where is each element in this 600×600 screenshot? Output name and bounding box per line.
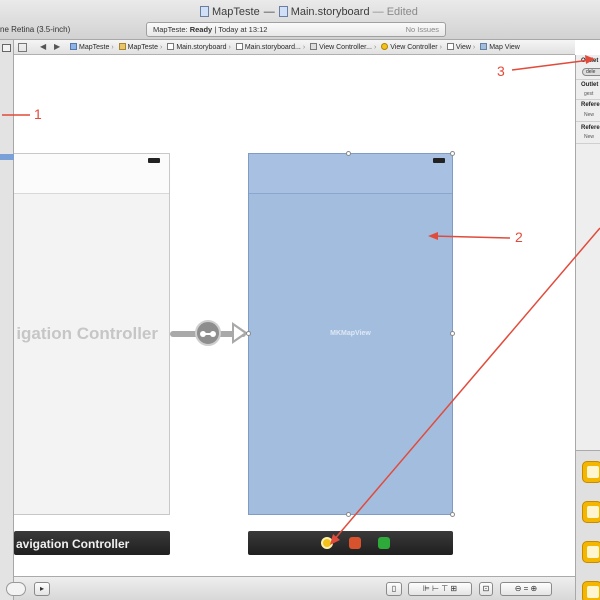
- forward-arrow-icon[interactable]: ▶: [54, 42, 60, 51]
- annotation-3-label: 3: [497, 63, 505, 79]
- issues-count: No Issues: [405, 25, 439, 34]
- build-state: Ready: [189, 25, 213, 34]
- zoom-controls[interactable]: ⊖ = ⊕: [500, 582, 552, 596]
- back-arrow-icon[interactable]: ◀: [40, 42, 46, 51]
- mkmapview-label: MKMapView: [330, 330, 371, 337]
- library-item-icon[interactable]: [582, 541, 600, 563]
- resize-handle-bottom[interactable]: [346, 512, 351, 517]
- library-item-icon[interactable]: [582, 501, 600, 523]
- segue-arrow-fill: [234, 326, 244, 340]
- navigator-toggle-icon[interactable]: [2, 44, 11, 52]
- breadcrumb-item[interactable]: Map View: [480, 43, 520, 51]
- resize-handle-bottom-right[interactable]: [450, 512, 455, 517]
- folder-icon: [118, 43, 126, 50]
- new-referencing-collection[interactable]: New: [584, 134, 594, 140]
- device-selector[interactable]: ne Retina (3.5-inch): [0, 25, 70, 34]
- battery-icon: [148, 158, 160, 163]
- breadcrumb-item[interactable]: Main.storyboard ›: [167, 43, 231, 51]
- divider: [576, 143, 600, 144]
- outline-toggle[interactable]: [6, 582, 26, 596]
- breadcrumb-item[interactable]: MapTeste ›: [70, 43, 114, 51]
- breadcrumb-item[interactable]: View Controller... ›: [310, 43, 376, 51]
- outlets-header: Outlet: [581, 58, 599, 64]
- view-icon: [446, 43, 454, 50]
- connections-inspector: Outlet dele Outlet gest Refere New Refer…: [575, 55, 600, 600]
- nav-controller-title: igation Controller: [16, 324, 158, 343]
- battery-icon: [433, 158, 445, 163]
- storyboard-icon: [278, 6, 288, 17]
- breadcrumb-item[interactable]: View Controller ›: [381, 43, 442, 51]
- library-item-icon[interactable]: [582, 581, 600, 600]
- map-view-controller-scene[interactable]: MKMapView: [248, 153, 453, 515]
- annotation-2-label: 2: [515, 229, 523, 245]
- map-view-icon: [480, 43, 488, 50]
- document-outline-button[interactable]: ▸: [34, 582, 50, 596]
- breadcrumb-item[interactable]: View ›: [446, 43, 475, 51]
- annotation-1-label: 1: [34, 106, 42, 122]
- object-library: [576, 450, 600, 600]
- breadcrumb: MapTeste › MapTeste › Main.storyboard › Mai…: [70, 43, 523, 51]
- referencing-outlets-header: Refere: [581, 102, 600, 108]
- breadcrumb-item[interactable]: MapTeste ›: [118, 43, 162, 51]
- referencing-collections-header: Refere: [581, 125, 600, 131]
- resize-handle-left[interactable]: [246, 331, 251, 336]
- build-time: Today at 13:12: [218, 25, 268, 34]
- exit-icon[interactable]: [378, 537, 390, 549]
- project-icon: [70, 43, 77, 50]
- layout-controls[interactable]: ⊫ ⊢ ⊤ ⊞: [408, 582, 472, 596]
- breadcrumb-item[interactable]: Main.storyboard... ›: [235, 43, 305, 51]
- divider: [576, 99, 600, 100]
- title-edited: — Edited: [372, 6, 418, 18]
- title-project: MapTeste: [212, 6, 260, 18]
- delegate-outlet[interactable]: dele: [582, 68, 600, 76]
- title-bar: MapTeste — Main.storyboard — Edited ne Ret…: [0, 0, 600, 40]
- divider: [576, 121, 600, 122]
- view-controller-icon: [381, 43, 389, 50]
- xcode-window: MapTeste — Main.storyboard — Edited ne Ret…: [0, 0, 600, 600]
- title-file: Main.storyboard: [290, 6, 370, 18]
- first-responder-icon[interactable]: [349, 537, 361, 549]
- view-controller-icon[interactable]: [321, 537, 333, 549]
- related-items-icon[interactable]: [18, 43, 27, 52]
- divider: [576, 79, 600, 80]
- outlet-collections-header: Outlet: [581, 82, 599, 88]
- selected-navigator-row[interactable]: [0, 154, 14, 160]
- activity-viewer: MapTeste: Ready | Today at 13:12 No Issu…: [146, 22, 446, 37]
- canvas-bottom-bar: ▸ ▯ ⊫ ⊢ ⊤ ⊞ ⊡ ⊖ = ⊕: [6, 576, 575, 600]
- navigator-pane: [0, 40, 14, 600]
- segue-icon[interactable]: [195, 320, 221, 346]
- window-title: MapTeste — Main.storyboard — Edited: [200, 6, 418, 18]
- resize-handle-right[interactable]: [450, 331, 455, 336]
- project-icon: [200, 6, 209, 17]
- jump-bar: ◀ ▶ MapTeste › MapTeste › Main.storyboard ›…: [14, 40, 575, 55]
- nav-dock-label: avigation Controller: [16, 537, 130, 551]
- scheme-name: MapTeste:: [153, 25, 188, 34]
- storyboard-icon: [235, 43, 243, 50]
- resize-handle-top-right[interactable]: [450, 151, 455, 156]
- form-factor-icon[interactable]: ▯: [386, 582, 402, 596]
- new-referencing-outlet[interactable]: New: [584, 112, 594, 118]
- storyboard-icon: [167, 43, 175, 50]
- gesture-outlet[interactable]: gest: [584, 91, 593, 97]
- resolve-icon[interactable]: ⊡: [479, 582, 493, 596]
- resize-handle-top[interactable]: [346, 151, 351, 156]
- title-separator: —: [263, 6, 275, 18]
- nav-status-bar: [14, 154, 169, 194]
- map-status-bar: [249, 154, 452, 194]
- scene-icon: [310, 43, 318, 50]
- library-item-icon[interactable]: [582, 461, 600, 483]
